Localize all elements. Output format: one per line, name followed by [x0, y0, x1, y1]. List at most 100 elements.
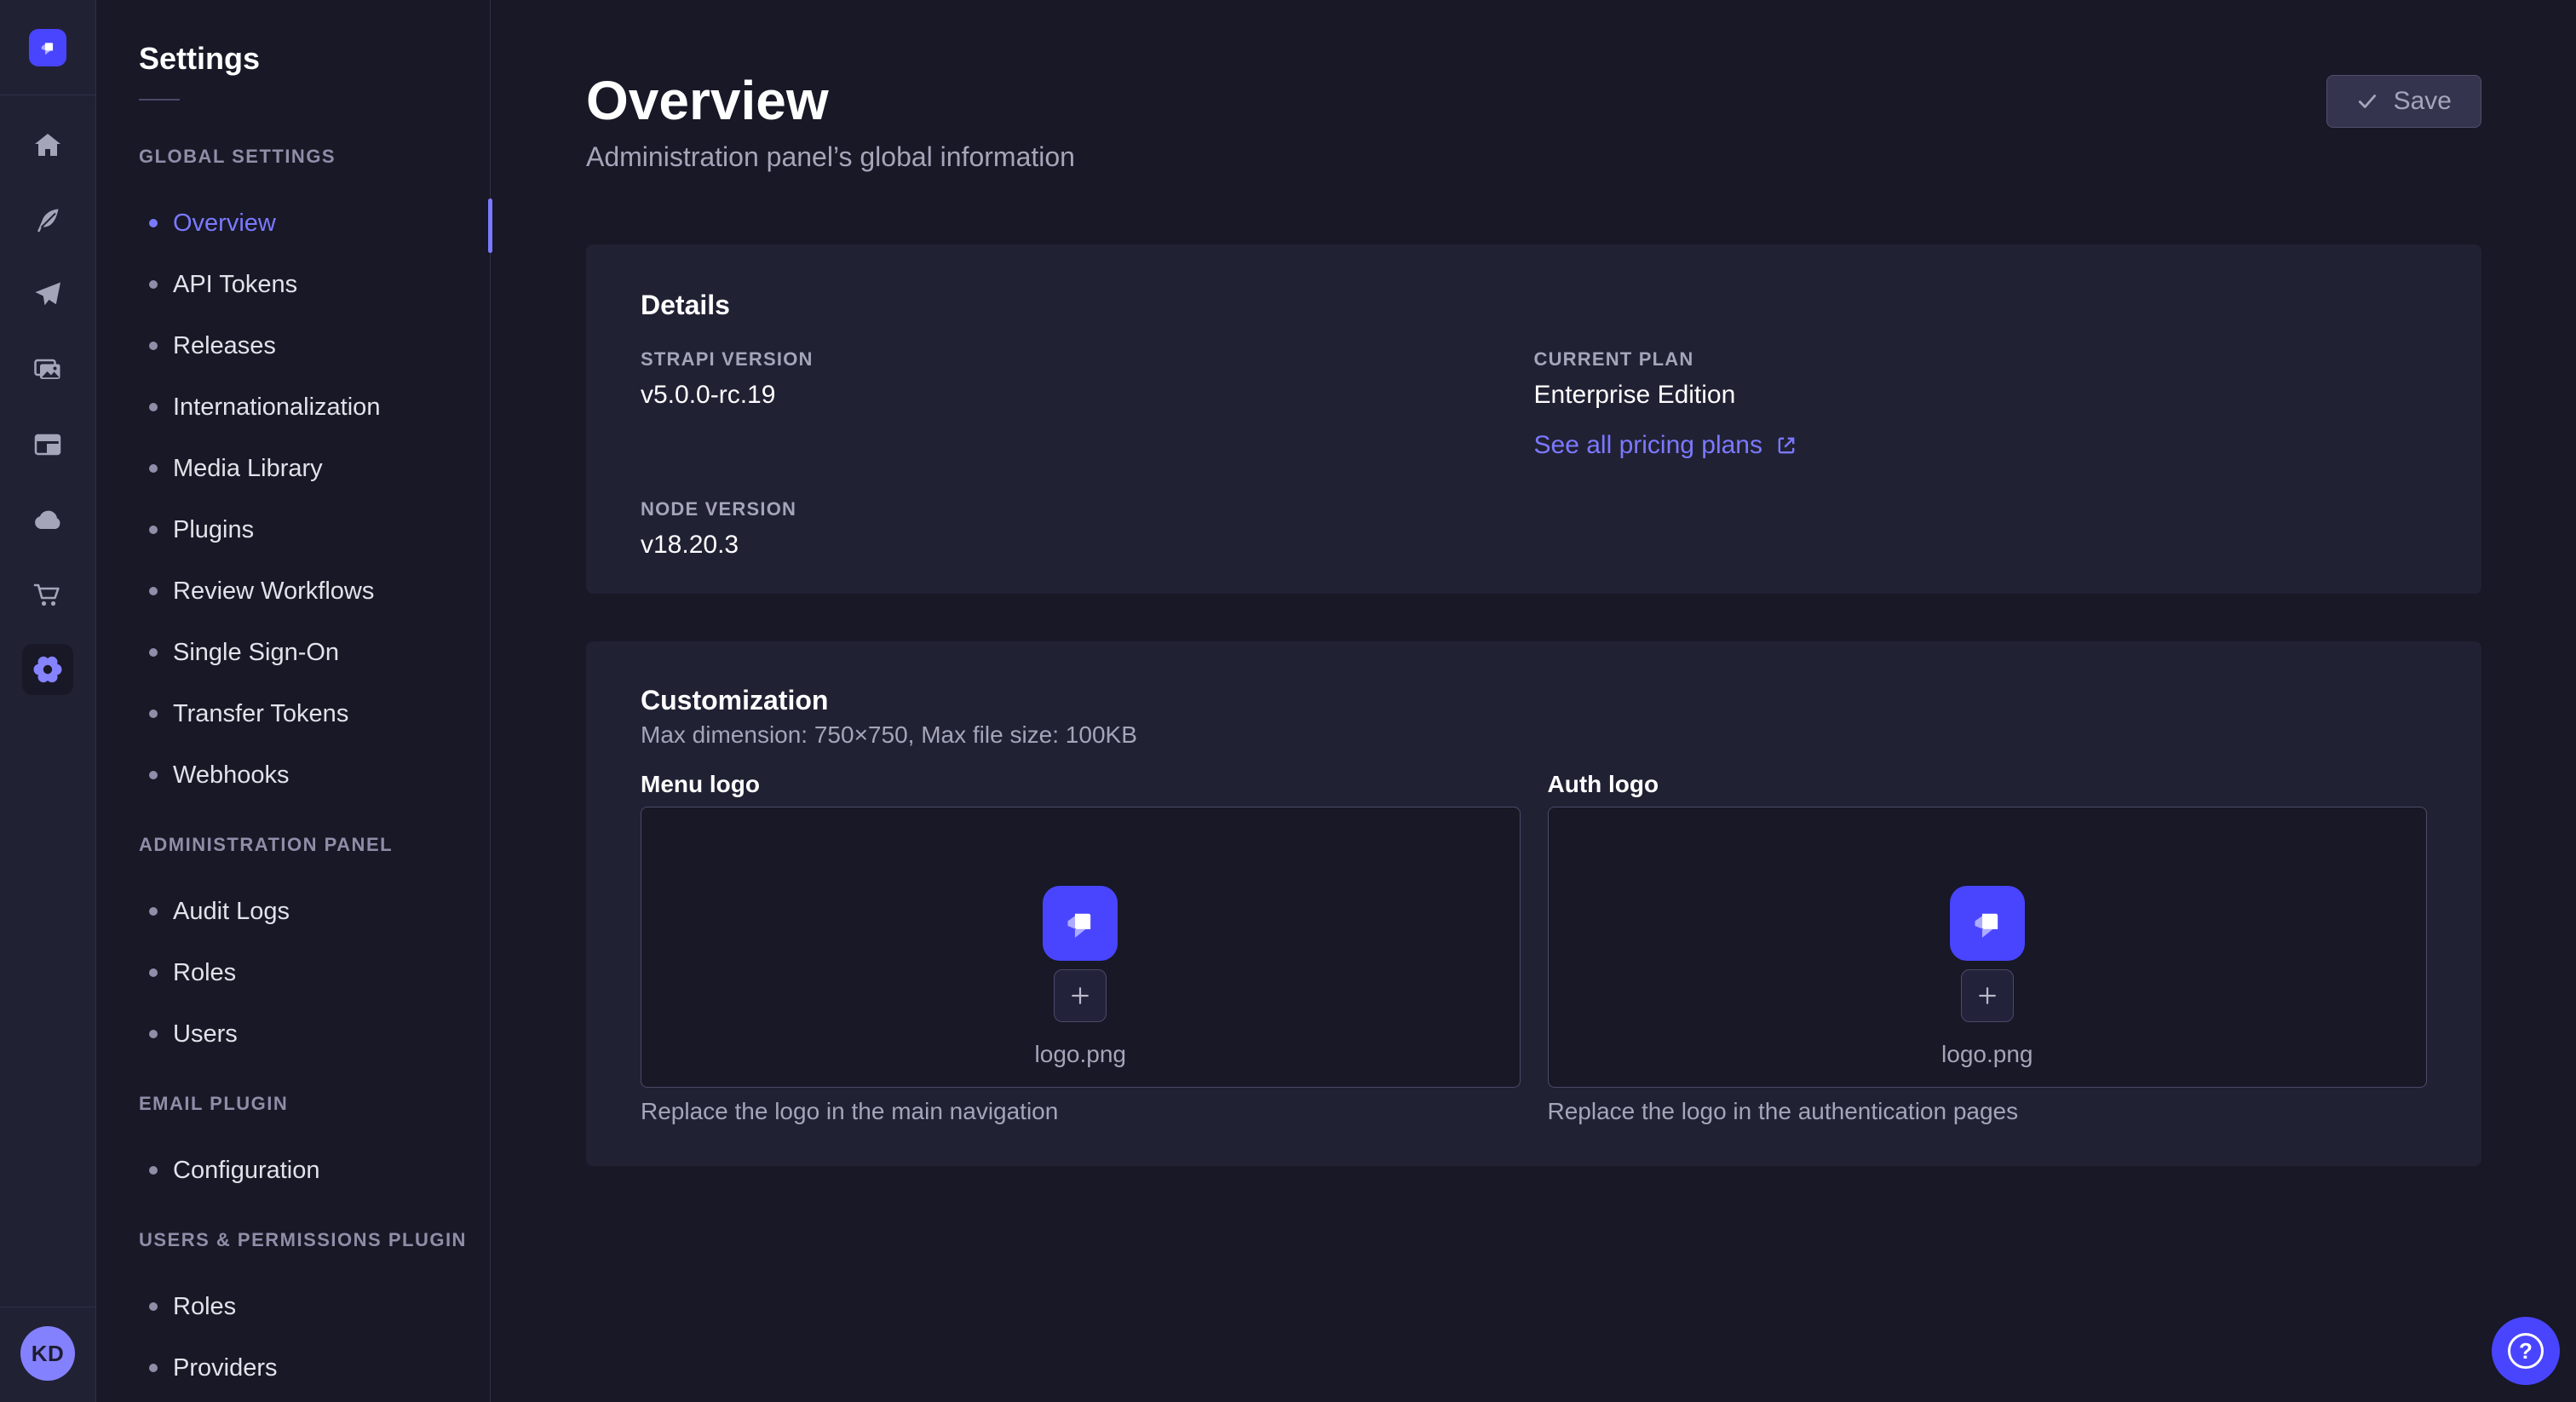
bullet-icon [149, 1166, 158, 1175]
help-button[interactable]: ? [2492, 1317, 2560, 1385]
bullet-icon [149, 587, 158, 595]
sidebar-item-overview[interactable]: Overview [96, 192, 490, 254]
bullet-icon [149, 342, 158, 350]
strapi-logo-icon [1965, 901, 2010, 945]
auth-logo-preview [1950, 886, 2025, 961]
auth-logo-caption: Replace the logo in the authentication p… [1548, 1098, 2428, 1125]
page-header: Overview Administration panel’s global i… [586, 0, 2481, 173]
feather-icon [31, 203, 65, 237]
nav-content-manager[interactable] [0, 182, 95, 257]
nav-marketplace[interactable] [0, 557, 95, 632]
media-icon [31, 353, 65, 387]
pricing-plans-link[interactable]: See all pricing plans [1534, 432, 1799, 459]
sidebar-item-single-sign-on[interactable]: Single Sign-On [96, 622, 490, 683]
question-mark-icon: ? [2508, 1333, 2544, 1369]
page-title: Overview [586, 72, 1075, 129]
sidebar-item-review-workflows[interactable]: Review Workflows [96, 560, 490, 622]
details-grid: STRAPI VERSION v5.0.0-rc.19 CURRENT PLAN… [641, 350, 2427, 558]
menu-logo-label: Menu logo [641, 771, 1521, 798]
section-global-settings: Overview API Tokens Releases Internation… [96, 192, 490, 806]
plus-icon [1067, 983, 1093, 1008]
cloud-icon [31, 503, 65, 537]
nav-deploy[interactable] [0, 257, 95, 332]
bullet-icon [149, 907, 158, 916]
auth-logo-dropzone[interactable]: logo.png [1548, 807, 2428, 1088]
customization-card-title: Customization [641, 684, 2427, 716]
sidebar-item-plugins[interactable]: Plugins [96, 499, 490, 560]
strapi-version-field: STRAPI VERSION v5.0.0-rc.19 [641, 350, 1534, 408]
workspace-logo[interactable] [29, 29, 66, 66]
bullet-icon [149, 403, 158, 411]
plus-icon [1975, 983, 2000, 1008]
menu-logo-preview [1043, 886, 1118, 961]
sidebar-item-api-tokens[interactable]: API Tokens [96, 254, 490, 315]
add-auth-logo-button[interactable] [1961, 969, 2014, 1022]
logo-uploads: Menu logo logo.png [641, 771, 2427, 1125]
user-avatar[interactable]: KD [20, 1326, 75, 1381]
strapi-logo-icon [1058, 901, 1102, 945]
bullet-icon [149, 280, 158, 289]
divider [139, 99, 180, 101]
menu-logo-caption: Replace the logo in the main navigation [641, 1098, 1521, 1125]
nav-media-library[interactable] [0, 332, 95, 407]
auth-logo-label: Auth logo [1548, 771, 2428, 798]
nav-home[interactable] [0, 107, 95, 182]
bullet-icon [149, 219, 158, 227]
menu-logo-filename: logo.png [1035, 1041, 1126, 1068]
active-nav-tile [22, 644, 73, 695]
section-email-plugin: Configuration [96, 1140, 490, 1201]
settings-subnav: Settings GLOBAL SETTINGS Overview API To… [96, 0, 491, 1402]
section-label-email-plugin: EMAIL PLUGIN [139, 1094, 490, 1114]
customization-constraints: Max dimension: 750×750, Max file size: 1… [641, 721, 2427, 749]
section-label-global-settings: GLOBAL SETTINGS [139, 147, 490, 167]
home-icon [31, 128, 65, 162]
sidebar-item-up-providers[interactable]: Providers [96, 1337, 490, 1399]
sidebar-item-admin-users[interactable]: Users [96, 1003, 490, 1065]
section-users-permissions-plugin: Roles Providers [96, 1276, 490, 1399]
bullet-icon [149, 1030, 158, 1038]
bullet-icon [149, 710, 158, 718]
nav-content-type-builder[interactable] [0, 407, 95, 482]
subnav-title: Settings [139, 43, 490, 75]
sidebar-item-email-configuration[interactable]: Configuration [96, 1140, 490, 1201]
section-label-administration-panel: ADMINISTRATION PANEL [139, 835, 490, 855]
sidebar-item-up-roles[interactable]: Roles [96, 1276, 490, 1337]
current-plan-field: CURRENT PLAN Enterprise Edition [1534, 350, 2428, 408]
rail-nav [0, 107, 95, 707]
bullet-icon [149, 1302, 158, 1311]
cart-icon [31, 577, 65, 612]
bullet-icon [149, 526, 158, 534]
menu-logo-dropzone[interactable]: logo.png [641, 807, 1521, 1088]
customization-card: Customization Max dimension: 750×750, Ma… [586, 641, 2481, 1166]
bullet-icon [149, 968, 158, 977]
sidebar-item-media-library[interactable]: Media Library [96, 438, 490, 499]
sidebar-item-transfer-tokens[interactable]: Transfer Tokens [96, 683, 490, 744]
node-version-field: NODE VERSION v18.20.3 [641, 500, 1534, 558]
main-nav-rail: KD [0, 0, 96, 1402]
sidebar-item-audit-logs[interactable]: Audit Logs [96, 881, 490, 942]
bullet-icon [149, 1364, 158, 1372]
auth-logo-block: Auth logo logo.png [1548, 771, 2428, 1125]
section-administration-panel: Audit Logs Roles Users [96, 881, 490, 1065]
main-content: Overview Administration panel’s global i… [492, 0, 2576, 1402]
details-card-title: Details [641, 289, 2427, 321]
page-subtitle: Administration panel’s global informatio… [586, 141, 1075, 173]
add-menu-logo-button[interactable] [1054, 969, 1107, 1022]
strapi-logo-icon [37, 37, 59, 59]
sidebar-item-admin-roles[interactable]: Roles [96, 942, 490, 1003]
bullet-icon [149, 648, 158, 657]
sidebar-item-webhooks[interactable]: Webhooks [96, 744, 490, 806]
bullet-icon [149, 464, 158, 473]
check-icon [2356, 90, 2378, 112]
nav-settings[interactable] [0, 632, 95, 707]
nav-cloud[interactable] [0, 482, 95, 557]
auth-logo-filename: logo.png [1941, 1041, 2033, 1068]
section-label-users-permissions-plugin: USERS & PERMISSIONS PLUGIN [139, 1230, 490, 1250]
save-button[interactable]: Save [2326, 75, 2481, 128]
external-link-icon [1774, 434, 1798, 457]
bullet-icon [149, 771, 158, 779]
sidebar-item-releases[interactable]: Releases [96, 315, 490, 376]
sidebar-item-internationalization[interactable]: Internationalization [96, 376, 490, 438]
layout-icon [31, 428, 65, 462]
details-card: Details STRAPI VERSION v5.0.0-rc.19 CURR… [586, 244, 2481, 594]
